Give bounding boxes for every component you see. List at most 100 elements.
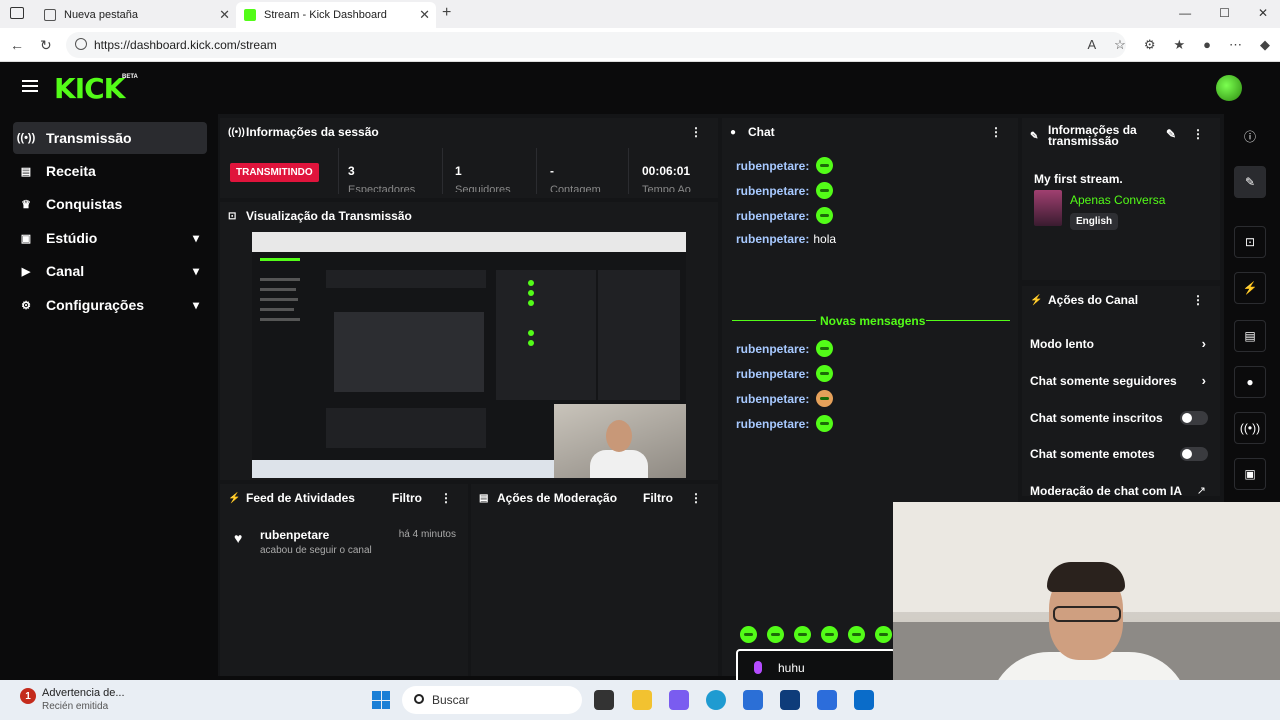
chat-username[interactable]: rubenpetare:: [736, 209, 809, 223]
layout-icon[interactable]: ▣: [1234, 458, 1266, 490]
windows-start-icon[interactable]: [372, 691, 390, 709]
emote-icon[interactable]: [821, 626, 838, 643]
more-options-icon[interactable]: ⋮: [1192, 127, 1204, 141]
close-icon[interactable]: ✕: [419, 7, 430, 23]
dropbox-icon[interactable]: [817, 690, 837, 710]
chat-username[interactable]: rubenpetare:: [736, 184, 809, 198]
emote-icon[interactable]: [816, 157, 834, 174]
sidebar-item-conquistas[interactable]: ♛ Conquistas: [13, 188, 207, 220]
file-explorer-icon[interactable]: [632, 690, 652, 710]
emote-icon[interactable]: [848, 626, 865, 643]
feed-filter-button[interactable]: Filtro: [392, 491, 422, 505]
copilot-app-icon[interactable]: [669, 690, 689, 710]
kick-logo[interactable]: KICK: [54, 72, 125, 105]
sidebar-item-configuracoes[interactable]: ⚙ Configurações ▾: [13, 289, 207, 321]
taskbar-search[interactable]: Buscar: [402, 686, 582, 714]
sidebar-item-transmissao[interactable]: ((•)) Transmissão: [13, 122, 207, 154]
document-icon[interactable]: ▤: [1234, 320, 1266, 352]
search-label: Buscar: [432, 693, 470, 707]
address-bar[interactable]: https://dashboard.kick.com/stream: [66, 32, 1126, 58]
microphone-icon[interactable]: [754, 661, 762, 674]
subscribers-only-toggle[interactable]: [1180, 411, 1208, 425]
chat-username[interactable]: rubenpetare:: [736, 159, 809, 173]
user-avatar[interactable]: [1216, 75, 1242, 101]
emote-icon[interactable]: [816, 390, 834, 407]
info-icon[interactable]: ⓘ: [1234, 120, 1266, 152]
sidebar-item-label: Estúdio: [46, 230, 98, 246]
copilot-icon[interactable]: ◆: [1260, 37, 1270, 53]
edit-icon[interactable]: ✎: [1234, 166, 1266, 198]
edit-pencil-icon[interactable]: ✎: [1166, 127, 1176, 141]
chat-username[interactable]: rubenpetare:: [736, 232, 809, 246]
favorite-star-icon[interactable]: ☆: [1114, 37, 1126, 53]
close-icon[interactable]: ✕: [219, 7, 230, 23]
action-ai-moderation[interactable]: Moderação de chat com IA: [1030, 484, 1210, 496]
sidebar-item-receita[interactable]: ▤ Receita: [13, 155, 207, 187]
chat-username[interactable]: rubenpetare:: [736, 367, 809, 381]
edge-browser-icon[interactable]: [706, 690, 726, 710]
chevron-right-icon[interactable]: ›: [1202, 336, 1206, 351]
store-icon[interactable]: [743, 690, 763, 710]
more-options-icon[interactable]: ⋮: [440, 491, 452, 505]
minimize-icon[interactable]: —: [1179, 6, 1191, 20]
b-app-icon[interactable]: [780, 690, 800, 710]
site-info-icon[interactable]: [75, 38, 87, 50]
emote-icon[interactable]: [816, 207, 834, 224]
emote-icon[interactable]: [816, 415, 834, 432]
new-tab-plus-icon[interactable]: +: [442, 4, 451, 22]
chat-username[interactable]: rubenpetare:: [736, 342, 809, 356]
sidebar-item-estudio[interactable]: ▣ Estúdio ▾: [13, 222, 207, 254]
more-options-icon[interactable]: ⋮: [1192, 293, 1204, 307]
reload-icon[interactable]: ↻: [40, 37, 52, 54]
stream-category[interactable]: Apenas Conversa: [1070, 193, 1165, 207]
external-link-icon[interactable]: ↗: [1197, 484, 1206, 497]
emote-icon[interactable]: [875, 626, 892, 643]
more-options-icon[interactable]: ⋮: [690, 125, 702, 139]
preview-block: [598, 270, 680, 400]
more-options-icon[interactable]: ⋯: [1229, 37, 1242, 53]
tab-kick-dashboard[interactable]: Stream - Kick Dashboard ✕: [236, 2, 436, 28]
more-options-icon[interactable]: ⋮: [990, 125, 1002, 139]
close-window-icon[interactable]: ✕: [1258, 6, 1268, 20]
outlook-icon[interactable]: [854, 690, 874, 710]
lightning-icon[interactable]: ⚡: [1234, 272, 1266, 304]
task-view-icon[interactable]: [594, 690, 614, 710]
heart-icon: ♥: [234, 530, 243, 546]
extensions-icon[interactable]: ⚙: [1144, 37, 1156, 53]
tab-new-tab[interactable]: Nueva pestaña ✕: [36, 2, 236, 28]
profile-icon[interactable]: ●: [1203, 37, 1211, 53]
sidebar-item-label: Conquistas: [46, 196, 123, 212]
menu-hamburger-icon[interactable]: [22, 80, 38, 92]
preview-emote: [528, 340, 534, 346]
broadcast-icon: ((•)): [16, 132, 36, 144]
chat-bubble-icon[interactable]: ●: [1234, 366, 1266, 398]
favorites-icon[interactable]: ★: [1173, 37, 1185, 53]
browser-toolbar: ← ↻ https://dashboard.kick.com/stream A …: [0, 28, 1280, 62]
chat-username[interactable]: rubenpetare:: [736, 417, 809, 431]
chevron-right-icon[interactable]: ›: [1202, 373, 1206, 388]
more-options-icon[interactable]: ⋮: [690, 491, 702, 505]
emote-icon[interactable]: [816, 365, 834, 382]
top-bar: KICK BETA: [4, 62, 1276, 114]
emote-icon[interactable]: [816, 182, 834, 199]
maximize-icon[interactable]: ☐: [1219, 6, 1230, 20]
chat-username[interactable]: rubenpetare:: [736, 392, 809, 406]
emotes-only-toggle[interactable]: [1180, 447, 1208, 461]
action-slow-mode[interactable]: Modo lento: [1030, 337, 1210, 351]
back-arrow-icon[interactable]: ←: [10, 37, 24, 53]
emote-icon[interactable]: [794, 626, 811, 643]
broadcast-icon[interactable]: ((•)): [1234, 412, 1266, 444]
beta-badge: BETA: [122, 74, 138, 80]
read-aloud-icon[interactable]: A: [1088, 37, 1097, 53]
emote-icon[interactable]: [740, 626, 757, 643]
preview-toggle-icon[interactable]: ⊡: [1234, 226, 1266, 258]
preview-icon: ⊡: [228, 210, 237, 222]
action-followers-only[interactable]: Chat somente seguidores: [1030, 374, 1210, 388]
stream-preview-video[interactable]: [252, 232, 686, 478]
moderation-filter-button[interactable]: Filtro: [643, 491, 673, 505]
sidebar-item-canal[interactable]: ▶ Canal ▾: [13, 255, 207, 287]
tab-actions-icon[interactable]: [10, 7, 24, 19]
emote-icon[interactable]: [816, 340, 834, 357]
emote-icon[interactable]: [767, 626, 784, 643]
feed-item-user[interactable]: rubenpetare: [260, 528, 329, 542]
